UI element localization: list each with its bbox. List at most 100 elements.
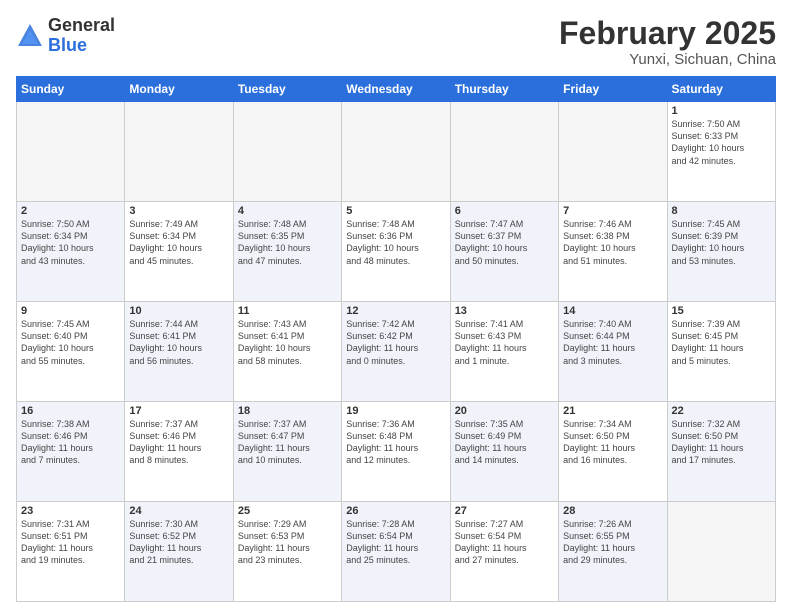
day-info-1-5: Sunrise: 7:46 AM Sunset: 6:38 PM Dayligh… xyxy=(563,218,662,267)
day-cell-2-4: 13Sunrise: 7:41 AM Sunset: 6:43 PM Dayli… xyxy=(450,302,558,402)
day-number-4-0: 23 xyxy=(21,505,120,517)
day-info-2-5: Sunrise: 7:40 AM Sunset: 6:44 PM Dayligh… xyxy=(563,318,662,367)
logo: General Blue xyxy=(16,16,115,56)
week-row-4: 23Sunrise: 7:31 AM Sunset: 6:51 PM Dayli… xyxy=(17,502,776,602)
day-cell-4-4: 27Sunrise: 7:27 AM Sunset: 6:54 PM Dayli… xyxy=(450,502,558,602)
day-info-4-0: Sunrise: 7:31 AM Sunset: 6:51 PM Dayligh… xyxy=(21,518,120,567)
day-cell-1-3: 5Sunrise: 7:48 AM Sunset: 6:36 PM Daylig… xyxy=(342,202,450,302)
page: General Blue February 2025 Yunxi, Sichua… xyxy=(0,0,792,612)
day-number-1-1: 3 xyxy=(129,205,228,217)
day-info-1-1: Sunrise: 7:49 AM Sunset: 6:34 PM Dayligh… xyxy=(129,218,228,267)
day-cell-0-5 xyxy=(559,102,667,202)
day-number-2-4: 13 xyxy=(455,305,554,317)
day-number-2-0: 9 xyxy=(21,305,120,317)
day-number-4-5: 28 xyxy=(563,505,662,517)
day-number-2-2: 11 xyxy=(238,305,337,317)
day-info-3-4: Sunrise: 7:35 AM Sunset: 6:49 PM Dayligh… xyxy=(455,418,554,467)
weekday-header-row: Sunday Monday Tuesday Wednesday Thursday… xyxy=(17,77,776,102)
day-cell-4-0: 23Sunrise: 7:31 AM Sunset: 6:51 PM Dayli… xyxy=(17,502,125,602)
day-info-2-2: Sunrise: 7:43 AM Sunset: 6:41 PM Dayligh… xyxy=(238,318,337,367)
logo-general: General xyxy=(48,15,115,35)
day-cell-0-1 xyxy=(125,102,233,202)
header-wednesday: Wednesday xyxy=(342,77,450,102)
day-info-1-0: Sunrise: 7:50 AM Sunset: 6:34 PM Dayligh… xyxy=(21,218,120,267)
week-row-3: 16Sunrise: 7:38 AM Sunset: 6:46 PM Dayli… xyxy=(17,402,776,502)
header: General Blue February 2025 Yunxi, Sichua… xyxy=(16,16,776,68)
day-cell-2-5: 14Sunrise: 7:40 AM Sunset: 6:44 PM Dayli… xyxy=(559,302,667,402)
day-cell-0-4 xyxy=(450,102,558,202)
day-info-1-4: Sunrise: 7:47 AM Sunset: 6:37 PM Dayligh… xyxy=(455,218,554,267)
day-number-2-3: 12 xyxy=(346,305,445,317)
day-number-3-2: 18 xyxy=(238,405,337,417)
day-cell-0-3 xyxy=(342,102,450,202)
day-number-2-6: 15 xyxy=(672,305,771,317)
day-cell-3-2: 18Sunrise: 7:37 AM Sunset: 6:47 PM Dayli… xyxy=(233,402,341,502)
day-info-4-4: Sunrise: 7:27 AM Sunset: 6:54 PM Dayligh… xyxy=(455,518,554,567)
day-number-3-5: 21 xyxy=(563,405,662,417)
day-cell-1-4: 6Sunrise: 7:47 AM Sunset: 6:37 PM Daylig… xyxy=(450,202,558,302)
day-info-0-6: Sunrise: 7:50 AM Sunset: 6:33 PM Dayligh… xyxy=(672,118,771,167)
day-number-3-4: 20 xyxy=(455,405,554,417)
header-monday: Monday xyxy=(125,77,233,102)
day-number-3-6: 22 xyxy=(672,405,771,417)
header-thursday: Thursday xyxy=(450,77,558,102)
day-cell-4-5: 28Sunrise: 7:26 AM Sunset: 6:55 PM Dayli… xyxy=(559,502,667,602)
day-cell-4-2: 25Sunrise: 7:29 AM Sunset: 6:53 PM Dayli… xyxy=(233,502,341,602)
day-number-0-6: 1 xyxy=(672,105,771,117)
day-cell-2-3: 12Sunrise: 7:42 AM Sunset: 6:42 PM Dayli… xyxy=(342,302,450,402)
day-number-1-0: 2 xyxy=(21,205,120,217)
logo-text: General Blue xyxy=(48,16,115,56)
day-number-3-3: 19 xyxy=(346,405,445,417)
day-info-2-6: Sunrise: 7:39 AM Sunset: 6:45 PM Dayligh… xyxy=(672,318,771,367)
calendar: Sunday Monday Tuesday Wednesday Thursday… xyxy=(16,76,776,602)
day-info-2-0: Sunrise: 7:45 AM Sunset: 6:40 PM Dayligh… xyxy=(21,318,120,367)
day-cell-1-5: 7Sunrise: 7:46 AM Sunset: 6:38 PM Daylig… xyxy=(559,202,667,302)
day-info-2-4: Sunrise: 7:41 AM Sunset: 6:43 PM Dayligh… xyxy=(455,318,554,367)
week-row-2: 9Sunrise: 7:45 AM Sunset: 6:40 PM Daylig… xyxy=(17,302,776,402)
day-cell-2-0: 9Sunrise: 7:45 AM Sunset: 6:40 PM Daylig… xyxy=(17,302,125,402)
day-number-3-0: 16 xyxy=(21,405,120,417)
day-cell-3-4: 20Sunrise: 7:35 AM Sunset: 6:49 PM Dayli… xyxy=(450,402,558,502)
logo-blue: Blue xyxy=(48,35,87,55)
header-friday: Friday xyxy=(559,77,667,102)
header-saturday: Saturday xyxy=(667,77,775,102)
day-info-4-5: Sunrise: 7:26 AM Sunset: 6:55 PM Dayligh… xyxy=(563,518,662,567)
month-title: February 2025 xyxy=(559,16,776,51)
day-cell-2-2: 11Sunrise: 7:43 AM Sunset: 6:41 PM Dayli… xyxy=(233,302,341,402)
day-info-3-0: Sunrise: 7:38 AM Sunset: 6:46 PM Dayligh… xyxy=(21,418,120,467)
day-info-4-3: Sunrise: 7:28 AM Sunset: 6:54 PM Dayligh… xyxy=(346,518,445,567)
day-cell-1-1: 3Sunrise: 7:49 AM Sunset: 6:34 PM Daylig… xyxy=(125,202,233,302)
day-number-4-4: 27 xyxy=(455,505,554,517)
day-info-3-2: Sunrise: 7:37 AM Sunset: 6:47 PM Dayligh… xyxy=(238,418,337,467)
day-cell-2-1: 10Sunrise: 7:44 AM Sunset: 6:41 PM Dayli… xyxy=(125,302,233,402)
day-number-1-4: 6 xyxy=(455,205,554,217)
header-tuesday: Tuesday xyxy=(233,77,341,102)
day-number-1-3: 5 xyxy=(346,205,445,217)
day-cell-4-6 xyxy=(667,502,775,602)
day-cell-2-6: 15Sunrise: 7:39 AM Sunset: 6:45 PM Dayli… xyxy=(667,302,775,402)
day-cell-4-1: 24Sunrise: 7:30 AM Sunset: 6:52 PM Dayli… xyxy=(125,502,233,602)
day-number-2-1: 10 xyxy=(129,305,228,317)
day-number-2-5: 14 xyxy=(563,305,662,317)
day-info-3-3: Sunrise: 7:36 AM Sunset: 6:48 PM Dayligh… xyxy=(346,418,445,467)
day-number-1-2: 4 xyxy=(238,205,337,217)
day-number-1-6: 8 xyxy=(672,205,771,217)
day-cell-3-1: 17Sunrise: 7:37 AM Sunset: 6:46 PM Dayli… xyxy=(125,402,233,502)
week-row-1: 2Sunrise: 7:50 AM Sunset: 6:34 PM Daylig… xyxy=(17,202,776,302)
day-cell-0-0 xyxy=(17,102,125,202)
day-cell-3-3: 19Sunrise: 7:36 AM Sunset: 6:48 PM Dayli… xyxy=(342,402,450,502)
day-cell-3-6: 22Sunrise: 7:32 AM Sunset: 6:50 PM Dayli… xyxy=(667,402,775,502)
day-number-4-2: 25 xyxy=(238,505,337,517)
day-cell-0-2 xyxy=(233,102,341,202)
day-info-1-3: Sunrise: 7:48 AM Sunset: 6:36 PM Dayligh… xyxy=(346,218,445,267)
day-info-3-6: Sunrise: 7:32 AM Sunset: 6:50 PM Dayligh… xyxy=(672,418,771,467)
day-cell-3-0: 16Sunrise: 7:38 AM Sunset: 6:46 PM Dayli… xyxy=(17,402,125,502)
location: Yunxi, Sichuan, China xyxy=(559,51,776,68)
title-block: February 2025 Yunxi, Sichuan, China xyxy=(559,16,776,68)
day-info-2-3: Sunrise: 7:42 AM Sunset: 6:42 PM Dayligh… xyxy=(346,318,445,367)
day-cell-0-6: 1Sunrise: 7:50 AM Sunset: 6:33 PM Daylig… xyxy=(667,102,775,202)
day-cell-1-0: 2Sunrise: 7:50 AM Sunset: 6:34 PM Daylig… xyxy=(17,202,125,302)
day-info-1-2: Sunrise: 7:48 AM Sunset: 6:35 PM Dayligh… xyxy=(238,218,337,267)
day-info-2-1: Sunrise: 7:44 AM Sunset: 6:41 PM Dayligh… xyxy=(129,318,228,367)
day-info-4-2: Sunrise: 7:29 AM Sunset: 6:53 PM Dayligh… xyxy=(238,518,337,567)
